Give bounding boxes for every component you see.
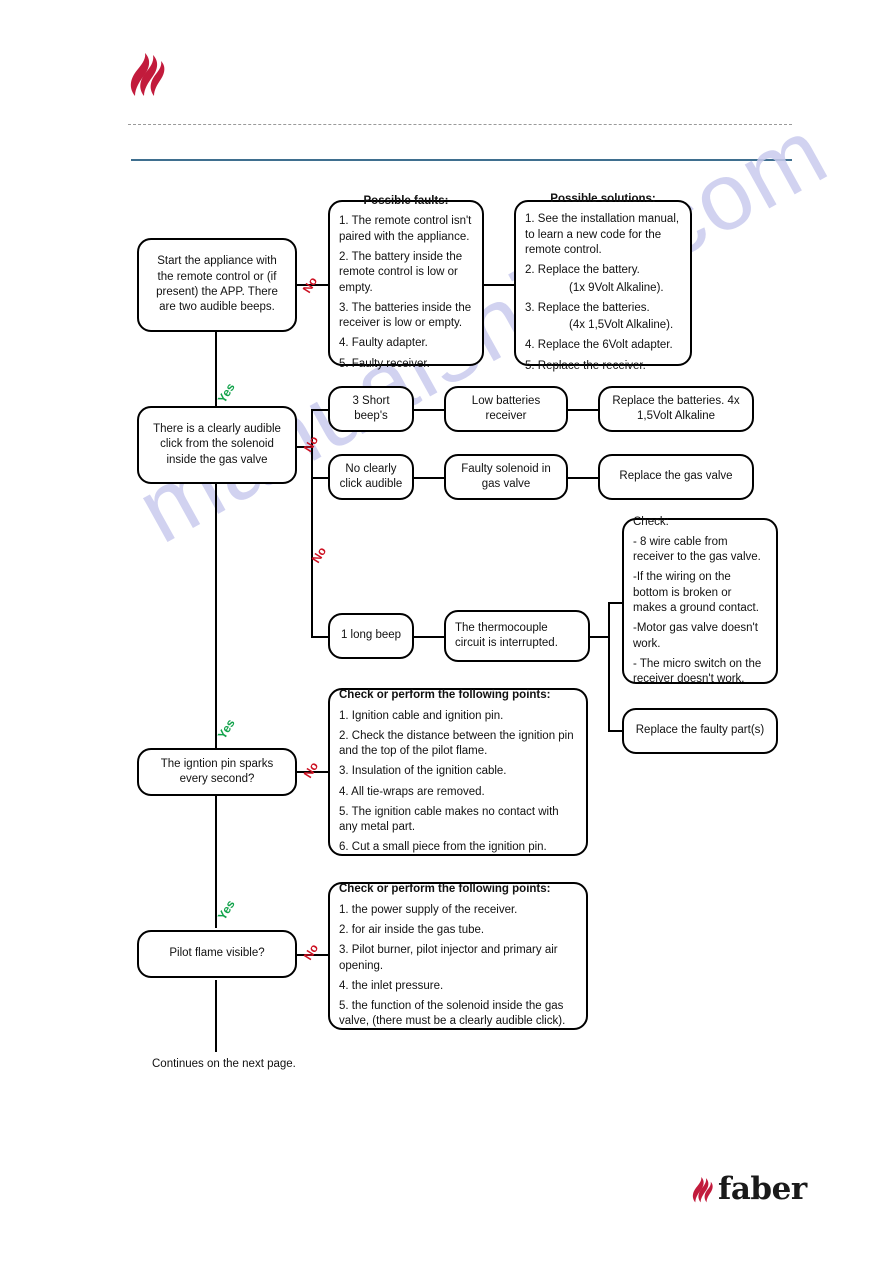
footer-wordmark: faber <box>718 1171 807 1207</box>
solution-item: (1x 9Volt Alkaline). <box>569 281 664 294</box>
check-item: -If the wiring on the bottom is broken o… <box>633 571 759 614</box>
node-low-batteries-receiver[interactable]: Low batteries receiver <box>444 386 568 432</box>
connector-lowbatteries-to-replace <box>568 409 598 411</box>
node-three-short-beeps[interactable]: 3 Short beep's <box>328 386 414 432</box>
pilot-check-item: 1. the power supply of the receiver. <box>339 903 518 916</box>
ignition-checklist-title: Check or perform the following points: <box>339 689 551 702</box>
node-thermocouple-interrupted[interactable]: The thermocouple circuit is interrupted. <box>444 610 590 662</box>
node-pilot-flame-question[interactable]: Pilot flame visible? <box>137 930 297 978</box>
fault-item: 1. The remote control isn't paired with … <box>339 215 472 243</box>
node-no-click-text: No clearly click audible <box>339 462 403 490</box>
node-click-question-text: There is a clearly audible click from th… <box>153 423 281 466</box>
node-possible-faults[interactable]: Possible faults: 1. The remote control i… <box>328 195 484 370</box>
node-replace-batteries[interactable]: Replace the batteries. 4x 1,5Volt Alkali… <box>598 386 754 432</box>
node-faulty-solenoid[interactable]: Faulty solenoid in gas valve <box>444 454 568 500</box>
connector-click-to-ignition <box>215 484 217 770</box>
footer-brand: faber <box>690 1174 807 1205</box>
node-ignition-question-text: The igntion pin sparks every second? <box>160 757 274 785</box>
node-replace-gas-valve-text: Replace the gas valve <box>619 470 733 483</box>
node-one-long-beep[interactable]: 1 long beep <box>328 613 414 659</box>
header-accent-rule <box>131 159 792 161</box>
solution-item: 4. Replace the 6Volt adapter. <box>525 339 673 352</box>
node-possible-solutions[interactable]: Possible solutions: 1. See the installat… <box>514 193 692 372</box>
check-item: -Motor gas valve doesn't work. <box>633 622 758 650</box>
header-dashed-rule <box>128 124 792 125</box>
faber-flame-logo-icon <box>692 1176 713 1202</box>
node-start[interactable]: Start the appliance with the remote cont… <box>137 238 297 332</box>
fault-item: 3. The batteries inside the receiver is … <box>339 301 472 330</box>
ignition-check-item: 2. Check the distance between the igniti… <box>339 729 574 758</box>
connector-branch-to-replacefaulty <box>608 730 622 732</box>
branch-label-yes-start: Yes <box>214 380 238 406</box>
connector-noclick-to-solenoid <box>414 477 444 479</box>
check-item: - 8 wire cable from receiver to the gas … <box>633 535 761 564</box>
connector-branch-to-noclick <box>311 477 329 479</box>
ignition-check-item: 3. Insulation of the ignition cable. <box>339 765 507 778</box>
pilot-check-item: 3. Pilot burner, pilot injector and prim… <box>339 944 558 972</box>
connector-1beep-to-thermocouple <box>414 636 444 638</box>
node-replace-batteries-text: Replace the batteries. 4x 1,5Volt Alkali… <box>612 394 740 422</box>
connector-branch-to-1beep <box>311 636 329 638</box>
solution-item: (4x 1,5Volt Alkaline). <box>569 319 674 332</box>
pilot-check-item: 4. the inlet pressure. <box>339 979 444 992</box>
pilot-check-item: 5. the function of the solenoid inside t… <box>339 1000 566 1028</box>
connector-branch-to-3beeps <box>311 409 329 411</box>
node-audible-click-question[interactable]: There is a clearly audible click from th… <box>137 406 297 484</box>
connector-faults-to-solutions <box>483 284 515 286</box>
fault-item: 5. Faulty receiver. <box>339 357 430 370</box>
pilot-check-item: 2. for air inside the gas tube. <box>339 923 485 936</box>
node-ignition-checklist[interactable]: Check or perform the following points: 1… <box>328 688 588 856</box>
node-replace-faulty-text: Replace the faulty part(s) <box>635 724 765 737</box>
branch-label-yes-ignition: Yes <box>214 897 238 923</box>
branch-label-yes-click: Yes <box>214 716 238 742</box>
node-low-batteries-text: Low batteries receiver <box>471 394 541 422</box>
check-item: - The micro switch on the receiver doesn… <box>633 657 762 686</box>
solution-item: 3. Replace the batteries. <box>525 301 650 314</box>
document-page: manualshive.com Start the appliance with… <box>0 0 893 1263</box>
ignition-check-item: 5. The ignition cable makes no contact w… <box>339 805 559 834</box>
node-replace-gas-valve[interactable]: Replace the gas valve <box>598 454 754 500</box>
node-solutions-title: Possible solutions: <box>550 193 656 206</box>
node-pilot-question-text: Pilot flame visible? <box>169 947 265 960</box>
node-start-text: Start the appliance with the remote cont… <box>156 255 278 314</box>
node-no-clearly-click[interactable]: No clearly click audible <box>328 454 414 500</box>
node-check-wiring[interactable]: Check: - 8 wire cable from receiver to t… <box>622 515 778 685</box>
node-replace-faulty-parts[interactable]: Replace the faulty part(s) <box>622 708 778 754</box>
branch-label-no-pilot: No <box>300 941 322 963</box>
faber-flame-logo-icon <box>130 53 165 96</box>
connector-3beeps-to-lowbatteries <box>414 409 444 411</box>
solution-item: 5. Replace the receiver. <box>525 359 646 372</box>
node-check-title: Check: <box>633 515 669 528</box>
node-three-beeps-text: 3 Short beep's <box>352 394 390 422</box>
branch-label-no-click: No <box>300 433 322 455</box>
connector-ignition-to-pilot <box>215 796 217 928</box>
connector-solenoid-to-replacevalve <box>568 477 598 479</box>
branch-trunk-right <box>608 602 610 730</box>
connector-pilot-to-continues <box>215 980 217 1052</box>
solution-item: 2. Replace the battery. <box>525 264 640 277</box>
ignition-check-item: 1. Ignition cable and ignition pin. <box>339 709 504 722</box>
branch-label-no-ignition: No <box>300 759 322 781</box>
node-thermocouple-text: The thermocouple circuit is interrupted. <box>455 621 558 649</box>
branch-label-no-start: No <box>299 274 321 296</box>
connector-thermocouple-to-branch <box>590 636 610 638</box>
connector-branch-to-check <box>608 602 622 604</box>
fault-item: 2. The battery inside the remote control… <box>339 250 463 294</box>
continues-note: Continues on the next page. <box>152 1058 296 1070</box>
node-one-long-beep-text: 1 long beep <box>340 629 402 642</box>
pilot-checklist-title: Check or perform the following points: <box>339 883 551 896</box>
node-ignition-pin-question[interactable]: The igntion pin sparks every second? <box>137 748 297 796</box>
node-faulty-solenoid-text: Faulty solenoid in gas valve <box>461 462 551 490</box>
ignition-check-item: 4. All tie-wraps are removed. <box>339 785 485 798</box>
node-pilot-checklist[interactable]: Check or perform the following points: 1… <box>328 882 588 1030</box>
fault-item: 4. Faulty adapter. <box>339 337 428 350</box>
ignition-check-item: 6. Cut a small piece from the ignition p… <box>339 841 547 854</box>
node-faults-title: Possible faults: <box>363 195 449 208</box>
solution-item: 1. See the installation manual, to learn… <box>525 213 680 256</box>
